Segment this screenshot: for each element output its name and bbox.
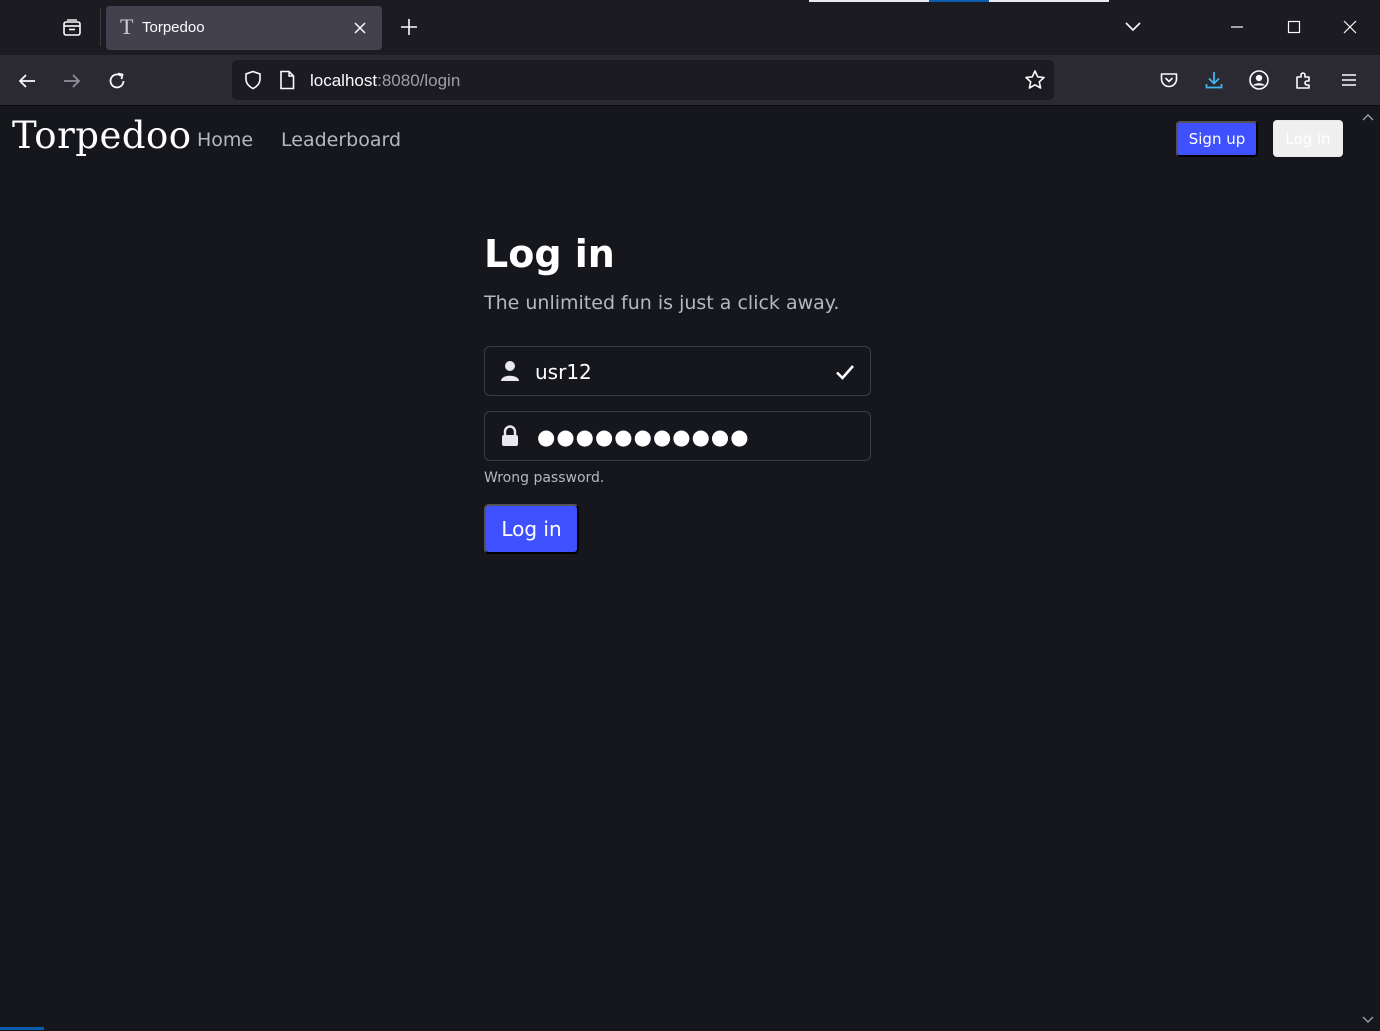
page-scrollbar[interactable] [1376, 106, 1380, 1030]
account-icon[interactable] [1246, 67, 1272, 93]
nav-link-home[interactable]: Home [197, 129, 253, 151]
browser-tab-bar: T Torpedoo [0, 0, 1380, 55]
minimize-window-icon[interactable] [1222, 12, 1252, 42]
login-submit-button[interactable]: Log in [484, 504, 579, 554]
password-input[interactable]: ●●●●●●●●●●● [537, 425, 750, 449]
new-tab-plus-icon[interactable] [396, 14, 422, 40]
page-info-icon[interactable] [276, 69, 298, 91]
password-error-message: Wrong password. [484, 470, 605, 486]
browser-navigation-bar: localhost:8080/login [0, 55, 1380, 106]
firefox-view-icon[interactable] [58, 14, 86, 42]
reload-icon[interactable] [101, 65, 133, 97]
password-field[interactable]: ●●●●●●●●●●● [484, 411, 871, 461]
tracking-protection-shield-icon[interactable] [242, 69, 264, 91]
tab-strip-indicator [809, 0, 1109, 2]
application-menu-hamburger-icon[interactable] [1336, 67, 1362, 93]
page-title: Log in [484, 232, 615, 276]
page-subtitle: The unlimited fun is just a click away. [484, 292, 840, 314]
username-field[interactable] [484, 346, 871, 396]
forward-arrow-icon[interactable] [56, 65, 88, 97]
tab-separator [100, 8, 101, 46]
scroll-up-chevron-icon[interactable] [1361, 110, 1375, 122]
bookmark-star-icon[interactable] [1024, 69, 1046, 91]
site-navbar: Torpedoo Home Leaderboard Sign up Log in [0, 106, 1376, 172]
extensions-puzzle-icon[interactable] [1291, 67, 1317, 93]
url-host: localhost [310, 71, 378, 90]
url-path: :8080/login [377, 71, 461, 90]
url-text[interactable]: localhost:8080/login [310, 71, 460, 91]
user-icon [499, 360, 521, 382]
tab-close-icon[interactable] [350, 18, 370, 38]
username-input[interactable] [535, 357, 815, 387]
pocket-icon[interactable] [1156, 67, 1182, 93]
close-window-icon[interactable] [1335, 12, 1365, 42]
navbar-login-button[interactable]: Log in [1273, 120, 1343, 157]
site-brand-logo[interactable]: Torpedoo [12, 114, 192, 157]
tab-title: Torpedoo [142, 19, 205, 36]
signup-button[interactable]: Sign up [1176, 121, 1258, 157]
maximize-window-icon[interactable] [1279, 12, 1309, 42]
back-arrow-icon[interactable] [11, 65, 43, 97]
nav-link-leaderboard[interactable]: Leaderboard [281, 129, 401, 151]
lock-icon [499, 425, 521, 447]
valid-checkmark-icon [834, 361, 856, 383]
url-bar[interactable]: localhost:8080/login [232, 60, 1054, 100]
downloads-icon[interactable] [1201, 67, 1227, 93]
list-all-tabs-chevron-icon[interactable] [1121, 14, 1145, 38]
scroll-down-chevron-icon[interactable] [1361, 1013, 1375, 1025]
page-content: Torpedoo Home Leaderboard Sign up Log in… [0, 106, 1376, 1030]
tab-favicon-icon: T [120, 14, 134, 39]
browser-tab-torpedoo[interactable]: T Torpedoo [106, 6, 382, 50]
